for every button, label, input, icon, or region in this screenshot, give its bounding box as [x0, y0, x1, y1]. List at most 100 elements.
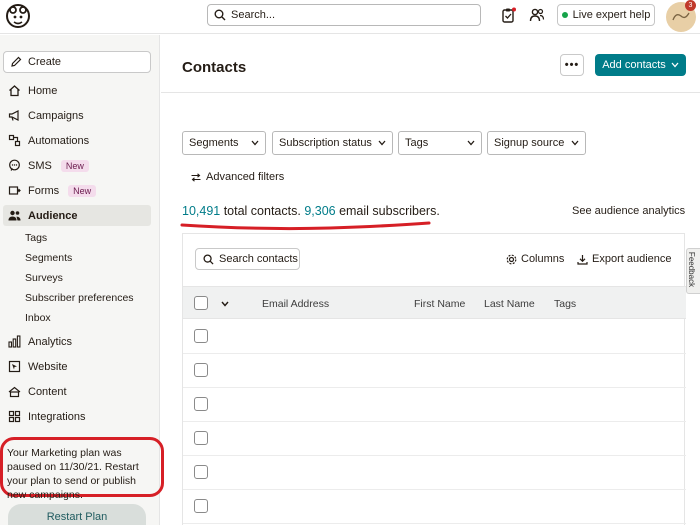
- automation-icon: [8, 134, 21, 147]
- segments-dropdown[interactable]: Segments: [182, 131, 266, 155]
- tags-dropdown[interactable]: Tags: [398, 131, 482, 155]
- sidebar-item-label: Campaigns: [28, 109, 84, 122]
- add-contacts-button[interactable]: Add contacts: [595, 54, 686, 76]
- row-checkbox[interactable]: [194, 397, 208, 411]
- sidebar-item-label: Analytics: [28, 335, 73, 348]
- website-icon: [8, 360, 21, 373]
- online-status-dot: [561, 12, 568, 18]
- columns-label: Columns: [521, 253, 565, 265]
- search-contacts-button[interactable]: Search contacts: [195, 248, 300, 270]
- search-icon: [214, 9, 226, 21]
- advanced-filters-label: Advanced filters: [206, 171, 285, 183]
- gear-icon: [506, 254, 517, 264]
- row-checkbox[interactable]: [194, 465, 208, 479]
- sidebar-item-automations[interactable]: Automations: [3, 130, 151, 151]
- audience-icon: [8, 210, 21, 221]
- mailchimp-logo-icon[interactable]: [4, 2, 32, 30]
- sidebar-item-label: Home: [28, 84, 58, 97]
- contact-totals: 10,491 total contacts. 9,306 email subsc…: [182, 204, 440, 218]
- total-contacts-count[interactable]: 10,491: [182, 204, 220, 218]
- sidebar-item-forms[interactable]: Forms New: [3, 180, 151, 201]
- sidebar-item-label: Website: [28, 360, 68, 373]
- global-search-input[interactable]: [231, 9, 461, 21]
- sidebar-item-website[interactable]: Website: [3, 356, 151, 377]
- dropdown-label: Signup source: [494, 137, 565, 149]
- pencil-icon: [11, 56, 22, 67]
- sidebar-subitem-inbox[interactable]: Inbox: [25, 312, 51, 324]
- row-checkbox[interactable]: [194, 363, 208, 377]
- email-subscribers-count[interactable]: 9,306: [304, 204, 335, 218]
- sidebar-subitem-tags[interactable]: Tags: [25, 232, 47, 244]
- column-header-first-name[interactable]: First Name: [414, 298, 465, 310]
- forms-icon: [8, 186, 21, 195]
- table-row[interactable]: [183, 388, 686, 422]
- search-contacts-label: Search contacts: [219, 253, 298, 265]
- red-underline-annotation: [180, 221, 431, 231]
- dropdown-label: Subscription status: [279, 137, 372, 149]
- home-icon: [9, 85, 20, 97]
- column-header-tags[interactable]: Tags: [554, 298, 576, 310]
- column-header-email[interactable]: Email Address: [262, 298, 329, 310]
- columns-button[interactable]: Columns: [506, 253, 564, 265]
- row-checkbox[interactable]: [194, 499, 208, 513]
- sidebar-item-label: Integrations: [28, 410, 86, 423]
- signup-source-dropdown[interactable]: Signup source: [487, 131, 586, 155]
- new-badge: New: [60, 159, 89, 172]
- sidebar-item-campaigns[interactable]: Campaigns: [3, 105, 151, 126]
- search-icon: [203, 253, 214, 265]
- feedback-label: Feedback: [687, 251, 697, 288]
- notification-badge: 3: [685, 0, 696, 11]
- total-contacts-text: total contacts.: [220, 204, 305, 218]
- row-checkbox[interactable]: [194, 431, 208, 445]
- create-button[interactable]: Create: [3, 51, 151, 73]
- table-row[interactable]: [183, 354, 686, 388]
- users-icon[interactable]: [529, 7, 545, 23]
- download-icon: [577, 254, 588, 265]
- feedback-tab[interactable]: Feedback: [686, 248, 700, 294]
- sidebar-subitem-surveys[interactable]: Surveys: [25, 272, 63, 284]
- sms-icon: [9, 159, 20, 171]
- sidebar-subitem-segments[interactable]: Segments: [25, 252, 72, 264]
- megaphone-icon: [8, 110, 19, 121]
- row-checkbox[interactable]: [194, 329, 208, 343]
- export-audience-button[interactable]: Export audience: [577, 253, 672, 265]
- column-header-last-name[interactable]: Last Name: [484, 298, 535, 310]
- chevron-down-icon[interactable]: [221, 301, 229, 307]
- select-all-checkbox[interactable]: [194, 296, 208, 310]
- global-search[interactable]: [207, 4, 481, 26]
- table-header: Email Address First Name Last Name Tags: [183, 286, 686, 319]
- see-audience-analytics-link[interactable]: See audience analytics: [572, 205, 685, 217]
- chevron-down-icon: [571, 140, 579, 146]
- more-options-button[interactable]: •••: [560, 54, 584, 76]
- dropdown-label: Segments: [189, 137, 239, 149]
- sidebar-item-audience[interactable]: Audience: [3, 205, 151, 226]
- sidebar-item-home[interactable]: Home: [3, 80, 151, 101]
- chevron-down-icon: [467, 140, 475, 146]
- sidebar-item-analytics[interactable]: Analytics: [3, 331, 151, 352]
- live-expert-help-button[interactable]: Live expert help: [557, 4, 655, 26]
- sidebar-item-label: Forms: [28, 184, 60, 197]
- sidebar-item-integrations[interactable]: Integrations: [3, 406, 151, 427]
- sidebar-subitem-subscriber-preferences[interactable]: Subscriber preferences: [25, 292, 134, 304]
- avatar-icon: [672, 12, 690, 21]
- sidebar-item-label: Automations: [28, 134, 90, 147]
- chevron-down-icon: [671, 62, 679, 68]
- clipboard-icon[interactable]: [500, 7, 516, 23]
- contacts-table-card: Search contacts Columns Export audience …: [182, 233, 686, 525]
- create-label: Create: [28, 56, 62, 68]
- filter-arrows-icon: [191, 172, 201, 182]
- analytics-icon: [8, 335, 21, 348]
- sidebar-item-label: Content: [28, 385, 67, 398]
- subscription-status-dropdown[interactable]: Subscription status: [272, 131, 393, 155]
- table-row[interactable]: [183, 456, 686, 490]
- table-row[interactable]: [183, 320, 686, 354]
- page-header: Contacts ••• Add contacts: [161, 35, 700, 93]
- restart-plan-button[interactable]: Restart Plan: [8, 504, 146, 525]
- sidebar-item-content[interactable]: Content: [3, 381, 151, 402]
- sidebar-item-sms[interactable]: SMS New: [3, 155, 151, 176]
- page-title: Contacts: [182, 59, 247, 76]
- table-row[interactable]: [183, 490, 686, 524]
- dropdown-label: Tags: [405, 137, 429, 149]
- advanced-filters-button[interactable]: Advanced filters: [191, 171, 284, 183]
- table-row[interactable]: [183, 422, 686, 456]
